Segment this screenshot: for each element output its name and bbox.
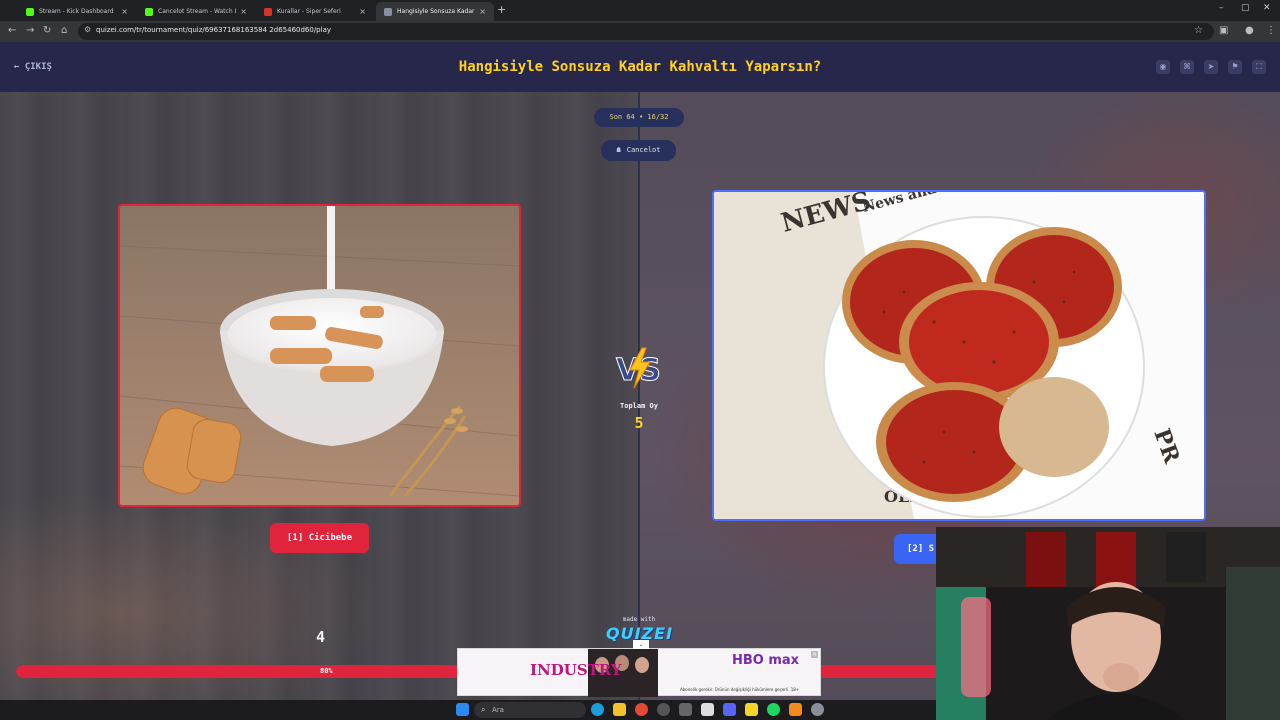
browser-tab[interactable]: Cancelot Stream - Watch Live o × [137,2,255,21]
user-icon: ☗ [616,146,621,154]
cicibebe-image [120,206,519,505]
kick-icon [26,7,34,16]
reload-icon[interactable]: ↻ [43,25,51,37]
streamer-badge: ☗ Cancelot [601,140,676,161]
browser-tab-active[interactable]: Hangisiyle Sonsuza Kadar Kahv × [376,2,494,21]
url-text[interactable]: quizei.com/tr/tournament/quiz/6963716816… [96,26,331,34]
webcam-image [936,527,1280,720]
quizei-favicon-icon [384,7,392,16]
ad-close-icon[interactable]: × [811,651,818,658]
choose-left-button[interactable]: [1] Cicibebe [270,523,369,553]
ad-title: INDUSTRY [530,661,622,679]
browser-tab-strip: Stream - Kick Dashboard × Cancelot Strea… [0,0,1280,21]
search-icon: ⌕ [481,705,486,714]
browser-tab[interactable]: Stream - Kick Dashboard × [18,2,136,21]
settings-gear-icon[interactable] [811,703,824,716]
versus-emblem: VS [616,347,661,389]
discord-icon[interactable] [723,703,736,716]
kick-icon [145,7,153,16]
ad-fine-print: Abonelik gerekir. Ürünün değişikliği hük… [680,687,800,692]
made-with-label: made with [622,616,656,623]
toast-with-jam-image: NEWS News and PR OLD [714,192,1204,519]
home-icon[interactable]: ⌂ [61,25,67,37]
chevron-down-icon[interactable]: ⌄ [633,640,649,649]
browser-tab[interactable]: Kurallar - Siper Seferi × [256,2,374,21]
app-icon[interactable] [657,703,670,716]
left-percent-label: 80% [320,667,333,675]
app-icon[interactable] [789,703,802,716]
app-icon[interactable] [679,703,692,716]
new-tab-button[interactable]: + [497,3,506,16]
total-votes-label: Toplam Oy [620,402,658,410]
browser-toolbar: ← → ↻ ⌂ ⚙ quizei.com/tr/tournament/quiz/… [0,21,1280,42]
center-divider [638,92,640,700]
left-option-card[interactable] [118,204,521,507]
site-favicon-icon [264,7,272,16]
close-tab-icon[interactable]: × [479,7,486,16]
share-icon[interactable]: ➤ [1204,60,1218,74]
close-tab-icon[interactable]: × [359,7,366,16]
maximize-icon[interactable]: ▢ [1241,3,1250,13]
minimize-icon[interactable]: – [1219,3,1224,13]
right-option-card[interactable]: NEWS News and PR OLD [712,190,1206,521]
page-title: Hangisiyle Sonsuza Kadar Kahvaltı Yapars… [458,59,822,75]
chrome-icon[interactable] [635,703,648,716]
total-votes-value: 5 [634,414,644,432]
extensions-icon[interactable]: ▣ [1219,25,1228,36]
back-icon[interactable]: ← [8,25,16,37]
close-tab-icon[interactable]: × [240,7,247,16]
address-bar[interactable]: ⚙ quizei.com/tr/tournament/quiz/69637168… [78,23,1214,40]
site-info-icon[interactable]: ⚙ [84,25,91,34]
left-vote-count: 4 [316,628,326,646]
eye-icon[interactable]: ◉ [1156,60,1170,74]
forward-icon[interactable]: → [26,25,34,37]
profile-icon[interactable]: ● [1245,25,1254,36]
streamer-webcam [936,527,1280,720]
fullscreen-icon[interactable]: ⛶ [1252,60,1266,74]
document-icon[interactable] [701,703,714,716]
ad-banner[interactable]: ⌄ INDUSTRY HBO max Abonelik gerekir. Ürü… [457,640,821,697]
file-explorer-icon[interactable] [613,703,626,716]
close-tab-icon[interactable]: × [121,7,128,16]
taskbar-search[interactable]: ⌕ Ara [474,702,586,718]
site-header: ← ÇIKIŞ Hangisiyle Sonsuza Kadar Kahvalt… [0,42,1280,92]
hbo-max-logo: HBO max [732,653,800,668]
edge-icon[interactable] [591,703,604,716]
close-window-icon[interactable]: ✕ [1263,3,1271,13]
spotify-icon[interactable] [767,703,780,716]
notes-icon[interactable] [745,703,758,716]
menu-icon[interactable]: ⋮ [1266,25,1276,36]
windows-start-icon[interactable] [456,703,469,716]
link-icon[interactable]: ⌘ [1180,60,1194,74]
bookmark-star-icon[interactable]: ☆ [1194,25,1203,36]
flag-icon[interactable]: ⚑ [1228,60,1242,74]
round-badge: Son 64 • 16/32 [594,108,684,127]
